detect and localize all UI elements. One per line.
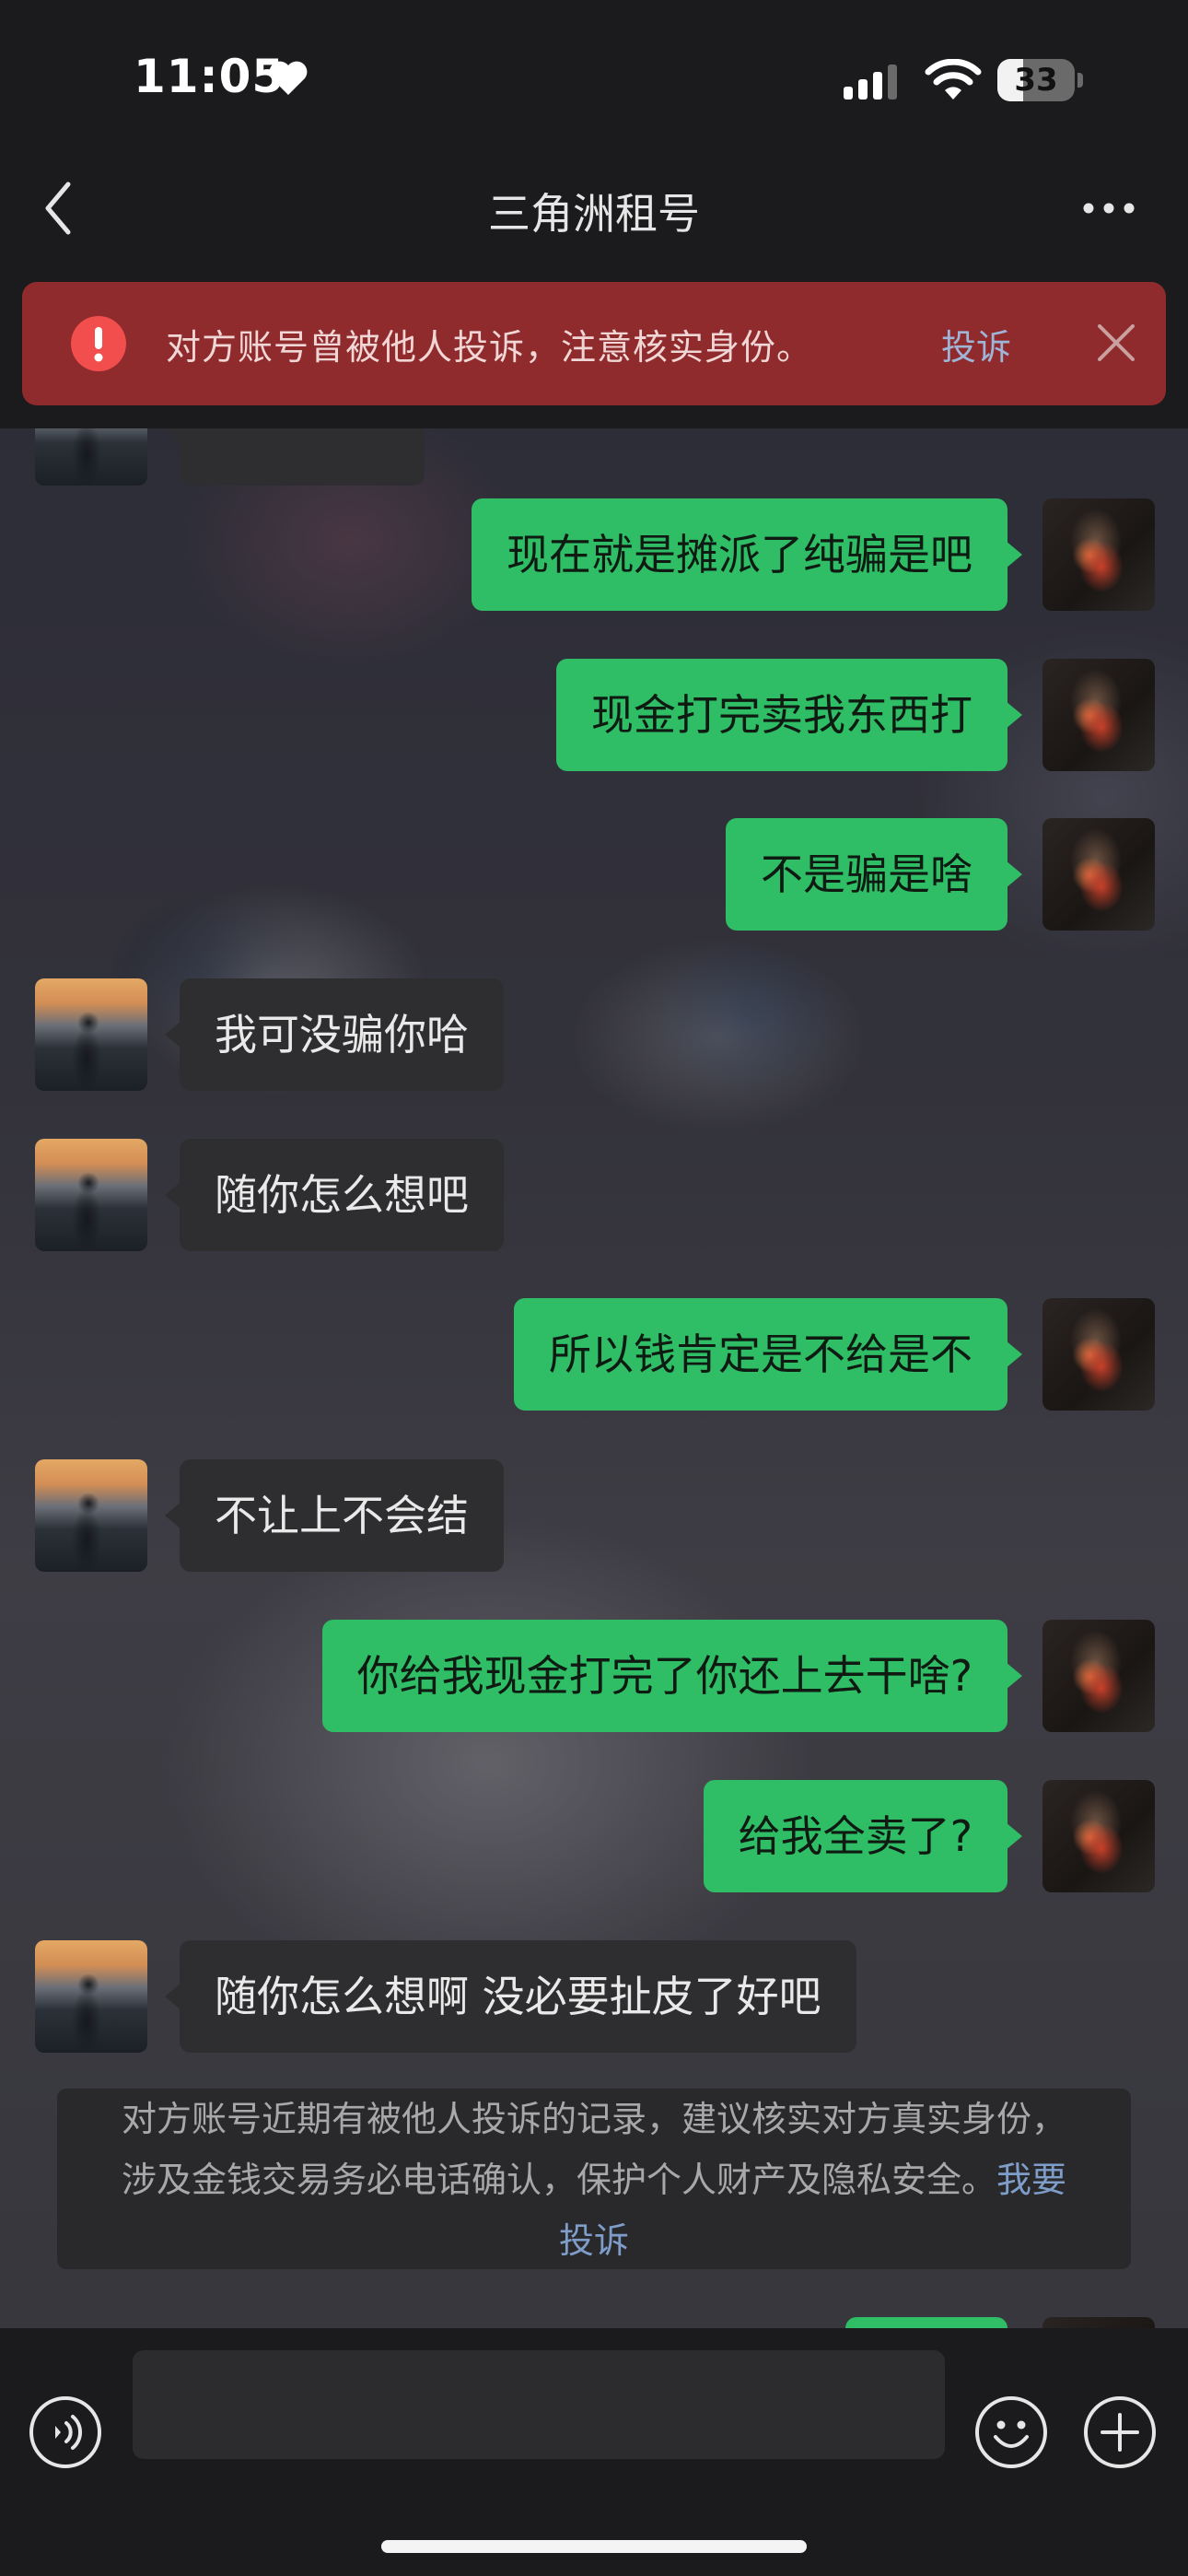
- message-bubble-received[interactable]: 随你怎么想啊 没必要扯皮了好吧: [165, 1940, 856, 2053]
- battery-cap: [1077, 73, 1083, 88]
- report-link[interactable]: 投诉: [941, 319, 1011, 369]
- message-row: 随你怎么想啊 没必要扯皮了好吧: [0, 1940, 1188, 2055]
- message-bubble-sent[interactable]: 现金打完卖我东西打: [556, 659, 1022, 771]
- message-row: 所以钱肯定是不给是不: [0, 1298, 1188, 1412]
- message-row: 你给我现金打完了你还上去干啥?: [0, 1620, 1188, 1734]
- warning-banner: 对方账号曾被他人投诉，注意核实身份。 投诉: [22, 282, 1166, 405]
- message-row-partial: [0, 428, 1188, 487]
- system-notice-line2: 涉及金钱交易务必电话确认，保护个人财产及隐私安全。: [121, 2160, 996, 2200]
- avatar-self[interactable]: [1042, 1620, 1155, 1732]
- message-bubble-sent[interactable]: 所以钱肯定是不给是不: [514, 1298, 1022, 1411]
- message-row: 随你怎么想吧: [0, 1139, 1188, 1253]
- message-bubble-sent[interactable]: 你给我现金打完了你还上去干啥?: [321, 1620, 1023, 1732]
- avatar-self[interactable]: [1042, 498, 1155, 611]
- avatar-contact[interactable]: [35, 1139, 147, 1251]
- avatar-contact[interactable]: [35, 1940, 147, 2053]
- message-row: 现在就是摊派了纯骗是吧: [0, 498, 1188, 613]
- message-bubble-sent[interactable]: 不是骗是啥: [726, 818, 1022, 931]
- message-bubble-received[interactable]: 不让上不会结: [165, 1459, 504, 1572]
- emoji-icon[interactable]: [973, 2395, 1049, 2470]
- exclamation-icon: [71, 316, 126, 371]
- battery-percent: 33: [1014, 62, 1058, 99]
- chat-title: 三角洲租号: [488, 189, 700, 239]
- message-bubble-received[interactable]: 我可没骗你哈: [165, 978, 504, 1091]
- avatar-self[interactable]: [1042, 1298, 1155, 1411]
- avatar-self[interactable]: [1042, 818, 1155, 931]
- report-link-part2[interactable]: 投诉: [559, 2220, 629, 2261]
- warning-text: 对方账号曾被他人投诉，注意核实身份。: [166, 327, 813, 368]
- wifi-icon: [925, 59, 982, 100]
- message-bubble-received[interactable]: 随你怎么想吧: [165, 1139, 504, 1251]
- system-notice-line1: 对方账号近期有被他人投诉的记录，建议核实对方真实身份，: [121, 2099, 1066, 2139]
- battery-indicator: 33: [997, 59, 1084, 101]
- message-bubble-partial: [845, 2317, 1007, 2328]
- report-link-part1[interactable]: 我要: [996, 2160, 1066, 2200]
- message-row-partial: [0, 2317, 1188, 2328]
- avatar-self[interactable]: [1042, 659, 1155, 771]
- heart-icon: [269, 61, 308, 95]
- avatar-contact[interactable]: [35, 428, 147, 486]
- message-row: 不让上不会结: [0, 1459, 1188, 1574]
- system-notice: 对方账号近期有被他人投诉的记录，建议核实对方真实身份， 涉及金钱交易务必电话确认…: [57, 2089, 1131, 2269]
- avatar-contact[interactable]: [35, 978, 147, 1091]
- avatar-contact[interactable]: [35, 1459, 147, 1572]
- voice-input-icon[interactable]: [28, 2395, 103, 2470]
- message-input[interactable]: [133, 2350, 945, 2459]
- message-row: 现金打完卖我东西打: [0, 659, 1188, 773]
- cellular-signal-icon: [844, 64, 897, 100]
- message-bubble-sent[interactable]: 给我全卖了?: [703, 1780, 1023, 1892]
- add-more-icon[interactable]: [1082, 2395, 1158, 2470]
- message-row: 我可没骗你哈: [0, 978, 1188, 1093]
- message-row: 不是骗是啥: [0, 818, 1188, 932]
- status-time: 11:05: [134, 50, 285, 103]
- chat-area[interactable]: 现在就是摊派了纯骗是吧 现金打完卖我东西打 不是骗是啥 我可没骗你哈 随你怎么想…: [0, 428, 1188, 2328]
- message-bubble-partial: [165, 428, 425, 486]
- avatar-self[interactable]: [1042, 1780, 1155, 1892]
- avatar-self[interactable]: [1042, 2317, 1155, 2328]
- more-options-icon[interactable]: [1079, 192, 1138, 225]
- close-icon[interactable]: [1094, 321, 1138, 365]
- home-indicator[interactable]: [381, 2540, 807, 2553]
- message-row: 给我全卖了?: [0, 1780, 1188, 1894]
- message-bubble-sent[interactable]: 现在就是摊派了纯骗是吧: [472, 498, 1022, 611]
